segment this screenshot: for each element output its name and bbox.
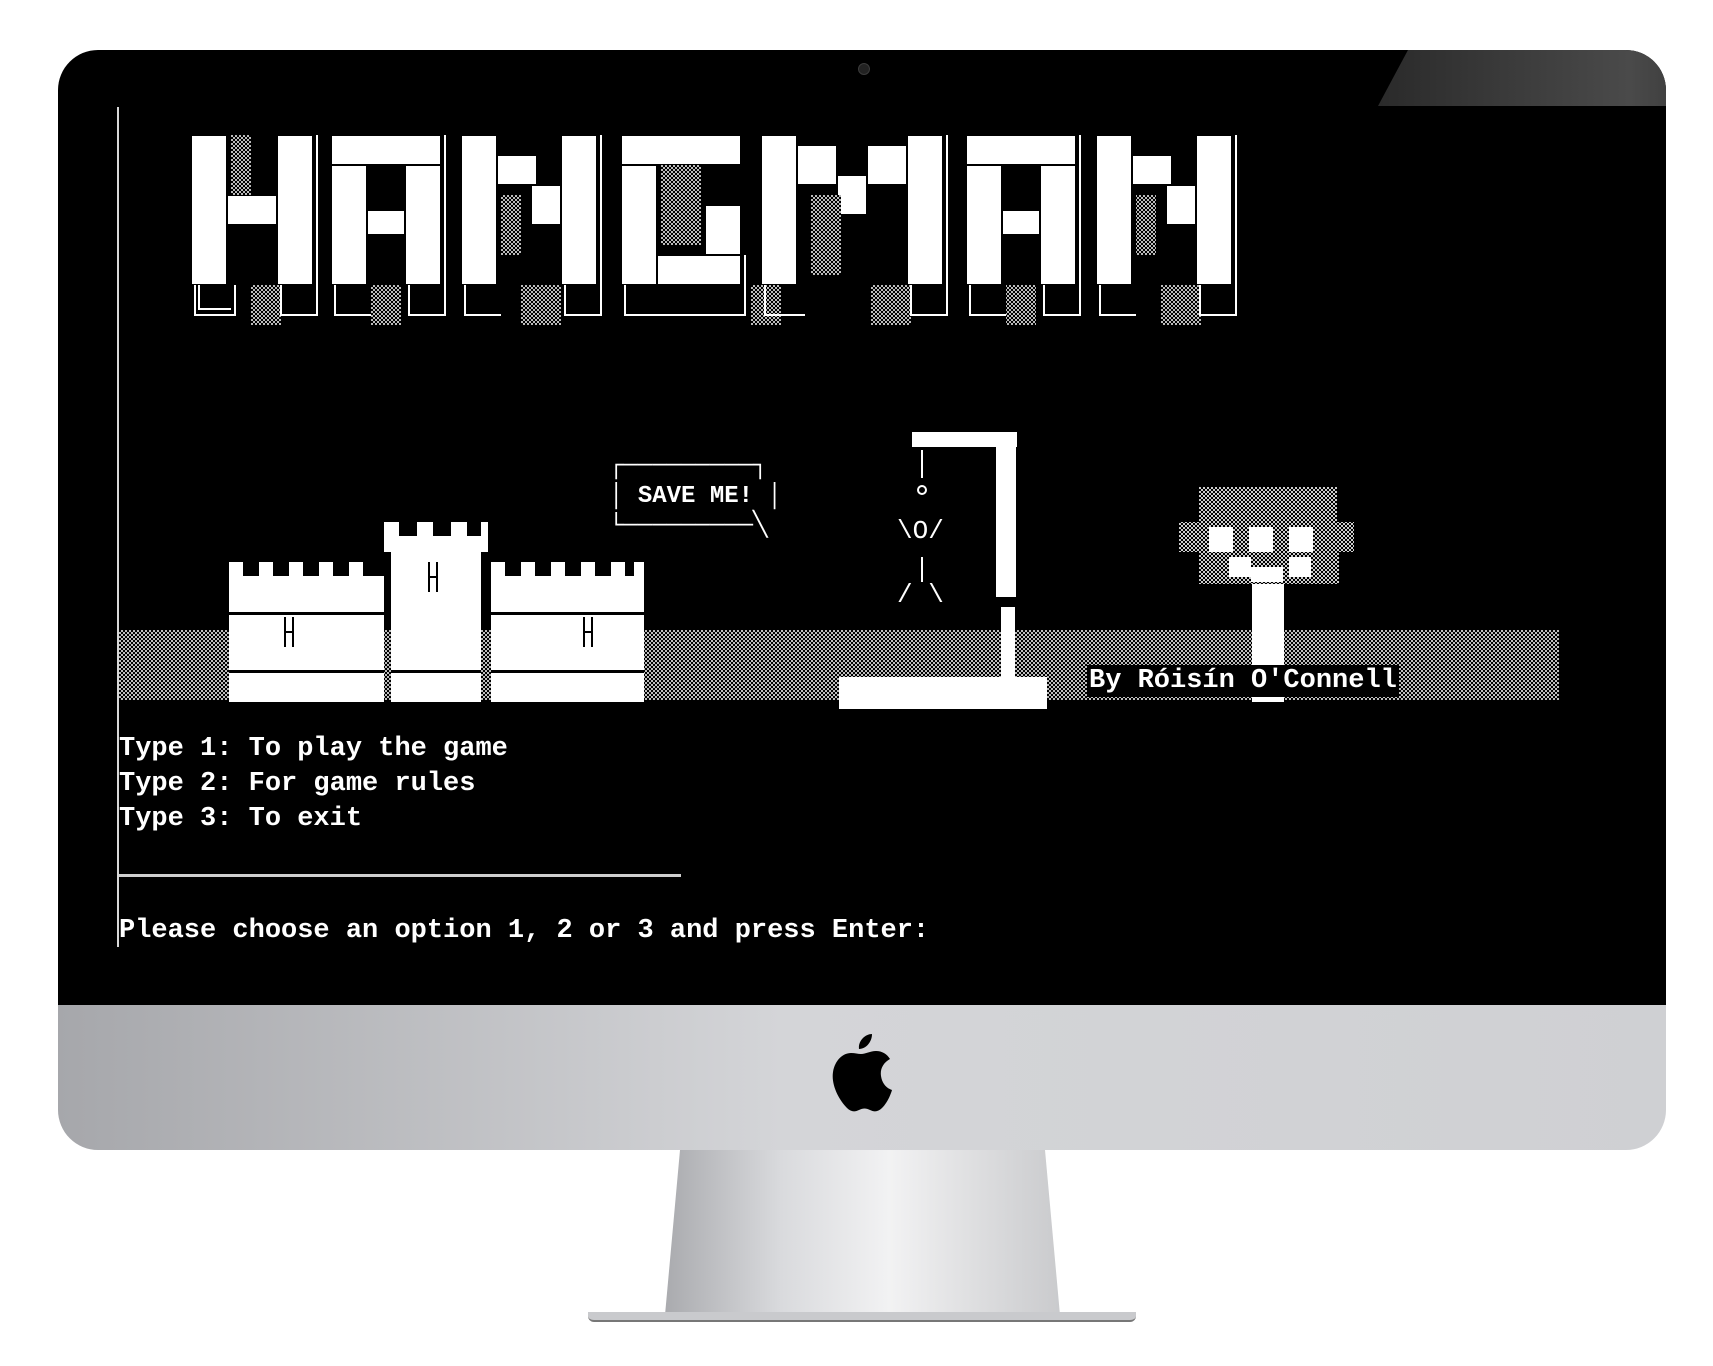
menu-option-rules: Type 2: For game rules — [119, 769, 476, 799]
svg-text:\O/: \O/ — [897, 516, 944, 546]
castle-art — [229, 522, 644, 702]
svg-text:/ \: / \ — [897, 580, 944, 610]
gallows-art: \O/ / \ — [839, 432, 1047, 709]
speech-bubble: ┌─────────┐ │ SAVE ME! │ └─────────╲ — [609, 453, 782, 540]
terminal-screen[interactable]: ┌─────────┐ │ SAVE ME! │ └─────────╲ \O/… — [117, 107, 1611, 947]
screen-glare — [1378, 50, 1666, 106]
camera-icon — [858, 63, 870, 75]
apple-icon — [832, 1034, 892, 1112]
speech-bubble-text: SAVE ME! — [637, 483, 754, 510]
menu-option-play: Type 1: To play the game — [119, 734, 508, 764]
menu-divider — [119, 874, 681, 877]
monitor-stand — [590, 1150, 1135, 1320]
hangman-title-art — [191, 135, 1237, 325]
menu-option-exit: Type 3: To exit — [119, 804, 363, 834]
author-byline: By Róisín O'Connell — [1087, 665, 1399, 697]
input-prompt[interactable]: Please choose an option 1, 2 or 3 and pr… — [119, 914, 929, 947]
monitor-stand-base — [588, 1312, 1136, 1322]
main-menu: Type 1: To play the game Type 2: For gam… — [119, 732, 508, 837]
